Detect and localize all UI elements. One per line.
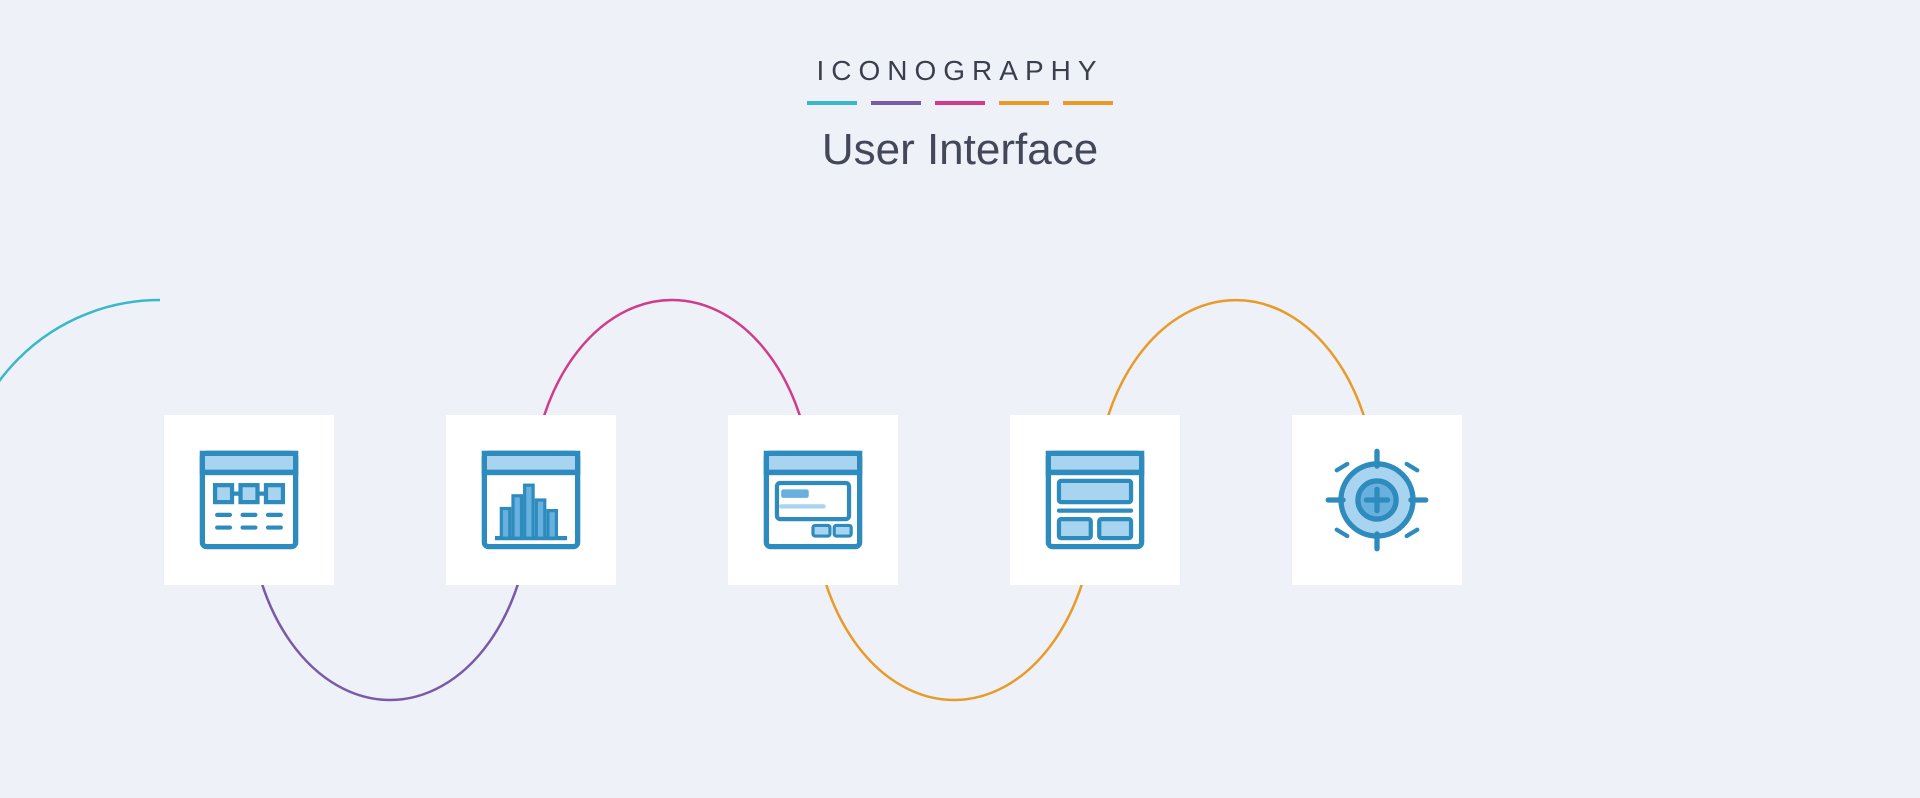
sitemap-window-icon: [196, 447, 302, 553]
underline-segment: [999, 101, 1049, 105]
brand-underline: [0, 101, 1920, 105]
page-header: ICONOGRAPHY User Interface: [0, 55, 1920, 175]
underline-segment: [871, 101, 921, 105]
underline-segment: [1063, 101, 1113, 105]
page-subtitle: User Interface: [0, 125, 1920, 175]
bar-chart-window-icon: [478, 447, 584, 553]
icon-card: [1010, 415, 1180, 585]
icon-card: [728, 415, 898, 585]
icon-card-row: [0, 415, 1920, 585]
form-window-icon: [760, 447, 866, 553]
icon-card: [446, 415, 616, 585]
underline-segment: [935, 101, 985, 105]
layout-window-icon: [1042, 447, 1148, 553]
icon-card: [1292, 415, 1462, 585]
target-crosshair-icon: [1324, 447, 1430, 553]
icon-card: [164, 415, 334, 585]
underline-segment: [807, 101, 857, 105]
brand-title: ICONOGRAPHY: [0, 55, 1920, 87]
